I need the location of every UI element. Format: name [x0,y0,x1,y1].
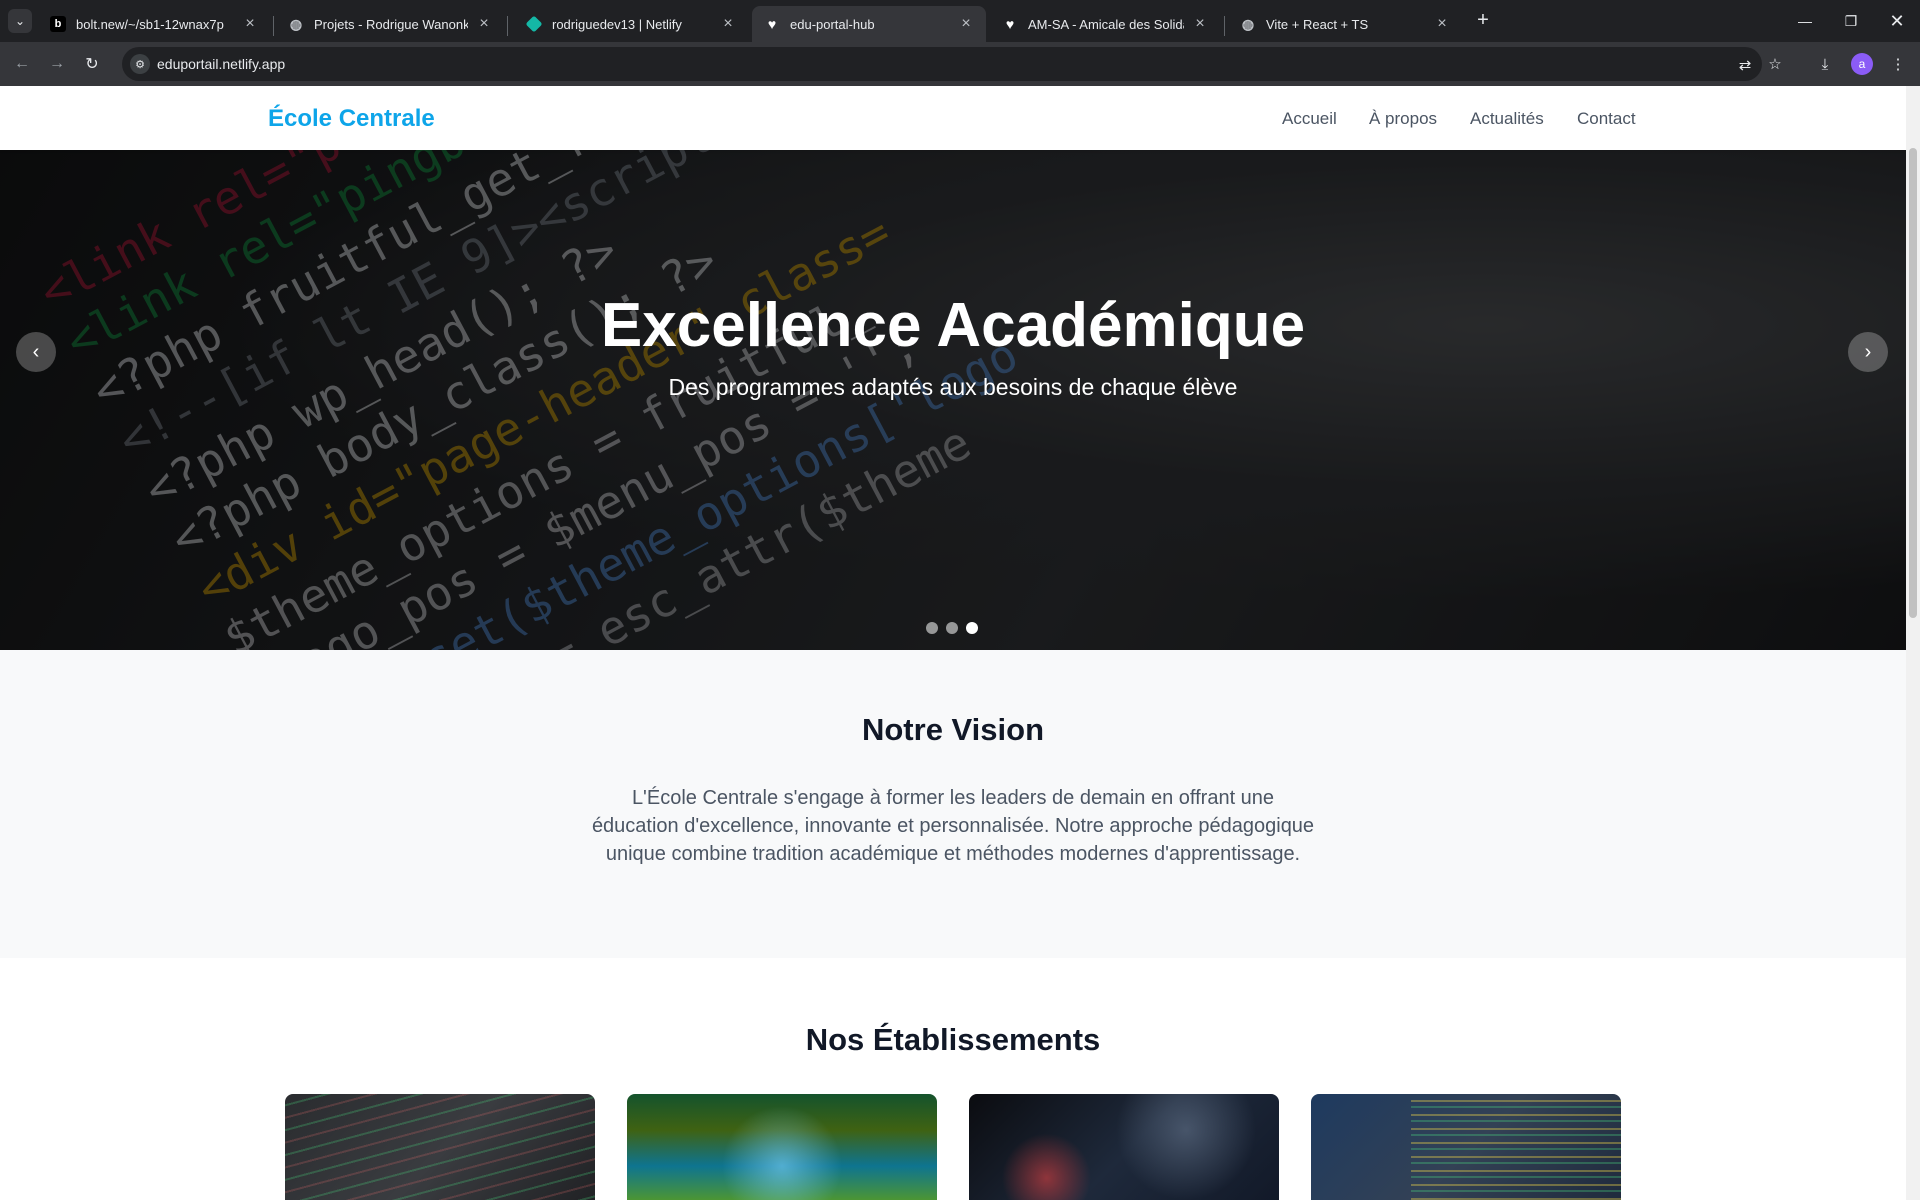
nav-accueil[interactable]: Accueil [1282,109,1337,129]
carousel-next-button[interactable]: › [1848,332,1888,372]
scrollbar-thumb[interactable] [1909,148,1917,618]
download-icon[interactable]: ⤓ [1814,53,1836,75]
tab-title: Projets - Rodrigue Wanonkou [314,16,468,32]
card-image-forest [627,1094,937,1200]
heart-icon: ♥ [1005,16,1015,32]
browser-toolbar: ← → ↻ ⚙ eduportail.netlify.app ⇄ ☆ ⤓ a ⋮ [0,42,1920,86]
forward-button[interactable]: → [43,50,71,78]
close-tab-icon[interactable]: × [242,15,258,33]
minimize-icon[interactable]: — [1782,0,1828,42]
carousel-dot-2[interactable] [946,622,958,634]
close-tab-icon[interactable]: × [1192,15,1208,33]
tab-title: edu-portal-hub [790,16,875,32]
carousel-indicators [926,622,978,634]
page-scrollbar[interactable] [1906,86,1920,1200]
tab-title: AM-SA - Amicale des Solidaires [1028,16,1184,32]
close-tab-icon[interactable]: × [476,15,492,33]
page-viewport: École Centrale Accueil À propos Actualit… [0,86,1906,1200]
profile-avatar[interactable]: a [1851,53,1873,75]
globe-icon: ◍ [1241,15,1255,32]
vision-text: L'École Centrale s'engage à former les l… [591,787,1315,865]
url-text[interactable]: eduportail.netlify.app [157,56,285,72]
translate-icon[interactable]: ⇄ [1734,54,1756,76]
site-brand[interactable]: École Centrale [268,105,435,133]
tab-search-icon[interactable]: ⌄ [8,9,32,33]
tab-title: bolt.new/~/sb1-12wnax7p [76,16,224,32]
establishment-card-4[interactable] [1311,1094,1621,1200]
new-tab-button[interactable]: + [1471,9,1495,33]
tab-amsa[interactable]: ♥ AM-SA - Amicale des Solidaires × [990,6,1220,42]
close-tab-icon[interactable]: × [1434,15,1450,33]
tab-netlify[interactable]: rodriguedev13 | Netlify × [514,6,748,42]
establishment-card-3[interactable] [969,1094,1279,1200]
establishment-card-2[interactable] [627,1094,937,1200]
card-image-code [285,1094,595,1200]
carousel-prev-button[interactable]: ‹ [16,332,56,372]
netlify-icon [525,15,543,33]
vision-title: Notre Vision [861,712,1045,747]
site-info-icon[interactable]: ⚙ [130,54,150,74]
nav-contact[interactable]: Contact [1577,109,1636,129]
establishments-section: Nos Établissements [0,958,1906,1200]
close-window-icon[interactable]: ✕ [1874,0,1920,42]
bolt-icon: b [50,16,66,32]
establishments-title: Nos Établissements [805,1022,1101,1057]
hero-title: Excellence Académique [600,291,1306,360]
heart-icon: ♥ [767,16,777,32]
tab-bolt[interactable]: b bolt.new/~/sb1-12wnax7p × [38,6,270,42]
tab-title: rodriguedev13 | Netlify [552,16,682,32]
menu-kebab-icon[interactable]: ⋮ [1887,53,1909,75]
tab-projets[interactable]: ◍ Projets - Rodrigue Wanonkou × [276,6,504,42]
hero-subtitle: Des programmes adaptés aux besoins de ch… [668,374,1238,400]
nav-actualites[interactable]: Actualités [1470,109,1544,129]
restore-icon[interactable]: ❐ [1828,0,1874,42]
site-header: École Centrale Accueil À propos Actualit… [0,86,1906,150]
nav-a-propos[interactable]: À propos [1369,109,1437,129]
bookmark-star-icon[interactable]: ☆ [1764,53,1786,75]
card-image-code-screen [1411,1094,1621,1200]
carousel-dot-3[interactable] [966,622,978,634]
browser-tab-strip: ⌄ b bolt.new/~/sb1-12wnax7p × ◍ Projets … [0,0,1920,42]
globe-icon: ◍ [289,15,303,32]
vision-section: Notre Vision L'École Centrale s'engage à… [0,650,1906,958]
card-image-lights [969,1094,1279,1200]
close-tab-icon[interactable]: × [958,15,974,33]
back-button[interactable]: ← [8,50,36,78]
tab-vite[interactable]: ◍ Vite + React + TS × [1228,6,1462,42]
tab-edu-portal-hub[interactable]: ♥ edu-portal-hub × [752,6,986,42]
tab-title: Vite + React + TS [1266,16,1369,32]
carousel-dot-1[interactable] [926,622,938,634]
hero-carousel: <link rel="profile" href= <link rel="pin… [0,150,1906,650]
address-bar[interactable]: ⚙ eduportail.netlify.app ⇄ [122,47,1762,81]
reload-button[interactable]: ↻ [78,50,106,78]
close-tab-icon[interactable]: × [720,15,736,33]
establishment-card-1[interactable] [285,1094,595,1200]
